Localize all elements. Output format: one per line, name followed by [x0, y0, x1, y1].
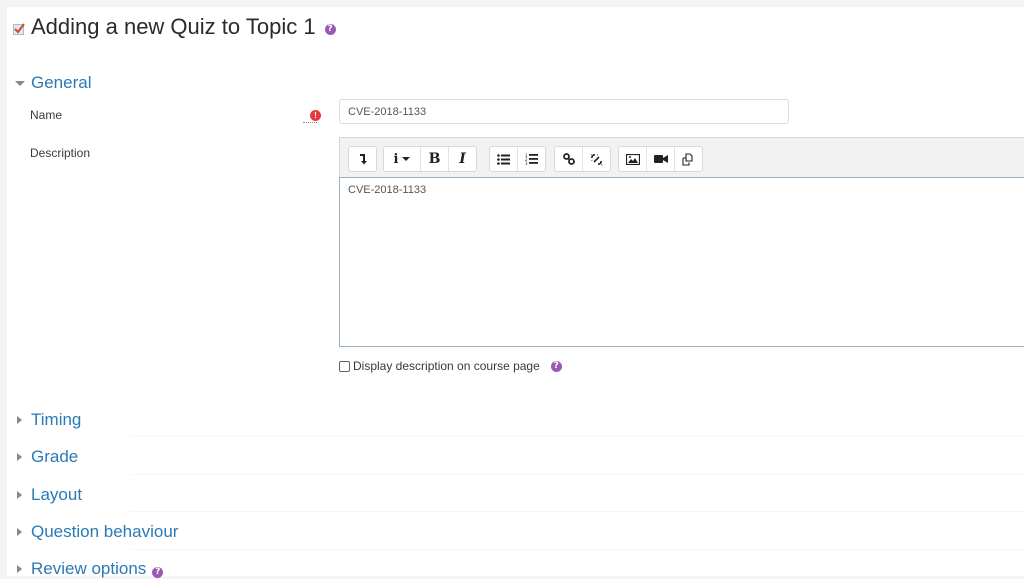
section-divider — [130, 436, 1024, 437]
unlink-button[interactable] — [583, 147, 610, 171]
caret-down-icon — [15, 80, 25, 86]
page-title: Adding a new Quiz to Topic 1 ? — [13, 14, 336, 40]
section-review-options-label: Review options — [31, 559, 147, 578]
toolbar-group-3: 123 — [489, 146, 546, 172]
insert-image-button[interactable] — [619, 147, 647, 171]
show-description-row: Display description on course page ? — [339, 359, 562, 373]
section-grade[interactable]: Grade — [14, 447, 78, 467]
section-timing-label: Timing — [31, 410, 82, 429]
bold-button[interactable]: B — [421, 147, 449, 171]
toolbar-group-1 — [348, 146, 377, 172]
exclamation-circle-icon: ! — [310, 110, 321, 121]
info-icon: i — [393, 151, 399, 167]
caret-right-icon — [17, 528, 22, 536]
question-circle-icon[interactable]: ? — [550, 361, 562, 372]
bold-icon: B — [428, 151, 441, 167]
section-layout-label: Layout — [31, 485, 83, 504]
image-icon — [625, 153, 640, 165]
section-divider — [130, 549, 1024, 550]
caret-right-icon — [17, 416, 22, 424]
caret-right-icon — [17, 491, 22, 499]
description-editor: i B I 123 CVE-2018-1133 — [339, 137, 1024, 347]
italic-icon: I — [459, 151, 466, 167]
svg-text:3: 3 — [525, 161, 528, 165]
name-input[interactable] — [339, 99, 789, 124]
section-layout[interactable]: Layout — [14, 485, 82, 505]
video-icon — [653, 155, 668, 163]
paragraph-styles-button[interactable]: i — [384, 147, 421, 171]
required-indicator: ! — [303, 110, 321, 124]
section-divider — [130, 511, 1024, 512]
description-textarea[interactable]: CVE-2018-1133 — [339, 177, 1024, 347]
toolbar-group-5 — [618, 146, 703, 172]
section-question-behaviour[interactable]: Question behaviour — [14, 522, 178, 542]
section-divider — [130, 474, 1024, 475]
link-button[interactable] — [555, 147, 583, 171]
show-description-label[interactable]: Display description on course page — [353, 359, 540, 373]
caret-down-icon — [402, 157, 411, 161]
unordered-list-button[interactable] — [490, 147, 518, 171]
page-title-text: Adding a new Quiz to Topic 1 — [31, 14, 316, 39]
question-circle-icon[interactable]: ? — [324, 23, 336, 35]
toolbar-group-2: i B I — [383, 146, 477, 172]
caret-right-icon — [17, 565, 22, 573]
italic-button[interactable]: I — [449, 147, 476, 171]
description-label: Description — [30, 146, 91, 160]
link-icon — [562, 153, 575, 165]
caret-right-icon — [17, 453, 22, 461]
list-ul-icon — [497, 153, 510, 165]
section-question-behaviour-label: Question behaviour — [31, 522, 179, 541]
toolbar-toggle-button[interactable] — [349, 147, 376, 171]
manage-files-button[interactable] — [675, 147, 702, 171]
section-general-label: General — [31, 73, 92, 92]
unlink-icon — [590, 153, 603, 166]
list-ol-icon: 123 — [525, 153, 538, 165]
level-down-icon — [359, 153, 367, 164]
ordered-list-button[interactable]: 123 — [518, 147, 545, 171]
quiz-icon — [13, 23, 25, 35]
section-timing[interactable]: Timing — [14, 410, 81, 430]
toolbar-group-4 — [554, 146, 611, 172]
name-label: Name — [30, 108, 63, 122]
files-icon — [682, 152, 693, 166]
editor-toolbar: i B I 123 — [339, 137, 1024, 178]
show-description-checkbox[interactable] — [339, 360, 350, 372]
insert-media-button[interactable] — [647, 147, 675, 171]
section-general[interactable]: General — [14, 73, 91, 93]
section-grade-label: Grade — [31, 447, 79, 466]
section-review-options[interactable]: Review options ? — [14, 559, 164, 579]
